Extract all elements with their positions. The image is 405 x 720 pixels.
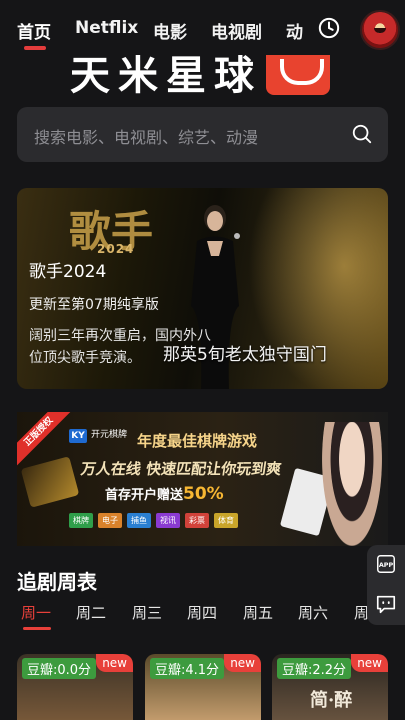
tab-monday[interactable]: 周一 (21, 602, 51, 623)
avatar[interactable] (360, 10, 400, 50)
ad-tag: 体育 (214, 513, 238, 528)
search-icon[interactable] (351, 123, 373, 145)
active-tab-indicator (24, 46, 46, 50)
show-card[interactable]: 豆瓣:0.0分 new (17, 654, 133, 720)
douban-score-badge: 豆瓣:0.0分 (22, 658, 97, 679)
app-download-icon[interactable]: APP (375, 553, 397, 575)
tab-home[interactable]: 首页 (17, 18, 51, 43)
floating-side-panel: APP (367, 545, 405, 625)
tab-netflix[interactable]: Netflix (75, 18, 138, 38)
site-logo: 天米星球 (70, 55, 335, 95)
featured-banner[interactable]: 歌手 2024 歌手2024 更新至第07期纯享版 阔别三年再次重启，国内外八位… (17, 188, 388, 389)
tab-wednesday[interactable]: 周三 (132, 602, 162, 623)
ad-tags: 棋牌 电子 捕鱼 视讯 彩票 体育 (69, 513, 238, 528)
show-card[interactable]: 豆瓣:2.2分 new 简·醉 (272, 654, 388, 720)
ad-chips-image (20, 456, 80, 508)
ad-tag: 视讯 (156, 513, 180, 528)
ad-tag: 棋牌 (69, 513, 93, 528)
ad-banner[interactable]: 正版授权 KY 开元棋牌 年度最佳棋牌游戏 万人在线 快速匹配让你玩到爽 首存开… (17, 412, 388, 546)
tab-movies[interactable]: 电影 (153, 18, 187, 43)
douban-score-badge: 豆瓣:4.1分 (150, 658, 225, 679)
banner-overlay-caption: 那英5旬老太独守国门 (163, 345, 327, 365)
ad-bonus-percent: 50% (183, 484, 224, 504)
ad-tag: 捕鱼 (127, 513, 151, 528)
tab-friday[interactable]: 周五 (243, 602, 273, 623)
section-title-weekly-schedule: 追剧周表 (17, 570, 97, 594)
logo-text: 天米星球 (70, 55, 262, 95)
top-nav: 首页 Netflix 电影 电视剧 动 (0, 0, 405, 58)
ad-bonus-text: 首存开户赠送 (105, 488, 184, 503)
weekday-tabs: 周一 周二 周三 周四 周五 周六 周日 (0, 602, 405, 630)
ad-slogan: 万人在线 快速匹配让你玩到爽 (79, 460, 283, 478)
new-badge: new (351, 654, 388, 672)
ad-bonus: 首存开户赠送50% (105, 484, 224, 504)
history-clock-icon[interactable] (318, 17, 340, 39)
ad-brand-logo: KY (69, 429, 87, 443)
search-input[interactable]: 搜索电影、电视剧、综艺、动漫 (34, 124, 258, 148)
logo-bowl-icon (266, 55, 330, 95)
tab-tv-series[interactable]: 电视剧 (211, 18, 262, 43)
tab-tuesday[interactable]: 周二 (76, 602, 106, 623)
tab-saturday[interactable]: 周六 (298, 602, 328, 623)
ad-model-image (322, 422, 382, 546)
banner-art-year: 2024 (97, 242, 135, 256)
show-card[interactable]: 豆瓣:4.1分 new (145, 654, 261, 720)
search-bar[interactable]: 搜索电影、电视剧、综艺、动漫 (17, 107, 388, 162)
douban-score-badge: 豆瓣:2.2分 (277, 658, 352, 679)
app-label: APP (379, 561, 394, 569)
ad-tag: 电子 (98, 513, 122, 528)
poster-title: 简·醉 (310, 690, 353, 711)
ad-title: 年度最佳棋牌游戏 (137, 432, 258, 450)
new-badge: new (96, 654, 133, 672)
active-day-indicator (23, 627, 51, 630)
tab-anime[interactable]: 动 (286, 18, 304, 43)
banner-title: 歌手2024 (29, 262, 107, 282)
feedback-chat-icon[interactable] (375, 593, 397, 615)
banner-update-status: 更新至第07期纯享版 (29, 297, 159, 313)
tab-thursday[interactable]: 周四 (187, 602, 217, 623)
ad-tag: 彩票 (185, 513, 209, 528)
ad-brand-name: 开元棋牌 (91, 430, 128, 440)
new-badge: new (224, 654, 261, 672)
